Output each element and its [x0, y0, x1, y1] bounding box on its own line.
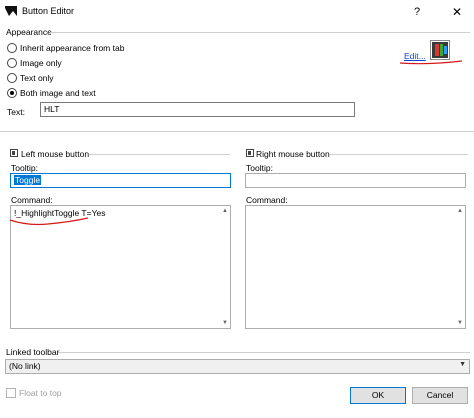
rhino-app-icon [4, 4, 18, 18]
linked-toolbar-selected: (No link) [9, 361, 41, 371]
left-tooltip-label: Tooltip: [11, 163, 38, 173]
scroll-down-icon[interactable]: ▼ [222, 320, 228, 326]
left-mouse-section-label: Left mouse button [21, 149, 90, 159]
radio-button[interactable] [7, 43, 17, 53]
cancel-button[interactable]: Cancel [412, 387, 468, 404]
right-mouse-icon [246, 149, 254, 157]
radio-image-only[interactable]: Image only [7, 58, 62, 68]
help-icon[interactable]: ? [410, 5, 424, 19]
appearance-divider [50, 32, 470, 33]
radio-label: Text only [20, 73, 54, 83]
radio-label: Both image and text [20, 88, 96, 98]
radio-label: Inherit appearance from tab [20, 43, 125, 53]
float-to-top-checkbox-row[interactable]: Float to top [6, 388, 62, 398]
text-field-label: Text: [7, 107, 25, 117]
right-command-label: Command: [246, 195, 288, 205]
window-title: Button Editor [22, 6, 75, 16]
scroll-down-icon[interactable]: ▼ [457, 320, 463, 326]
ok-button[interactable]: OK [350, 387, 406, 404]
left-mouse-divider [89, 154, 230, 155]
right-command-textarea[interactable]: ▲ ▼ [245, 205, 466, 329]
right-tooltip-input[interactable] [245, 173, 466, 188]
annotation-underline-edit [399, 60, 463, 65]
right-mouse-section-label: Right mouse button [256, 149, 330, 159]
button-editor-dialog: Button Editor ? ✕ Appearance Inherit app… [0, 0, 474, 418]
float-to-top-checkbox[interactable] [6, 388, 16, 398]
linked-toolbar-section-label: Linked toolbar [6, 347, 60, 357]
radio-button-checked[interactable] [7, 88, 17, 98]
chevron-down-icon: ▼ [459, 361, 466, 368]
annotation-underline-command [9, 217, 89, 226]
appearance-section-label: Appearance [6, 27, 52, 37]
button-image-preview[interactable] [430, 40, 450, 60]
left-tooltip-value: Toggle [14, 175, 42, 185]
title-bar: Button Editor ? ✕ [0, 0, 474, 23]
radio-label: Image only [20, 58, 62, 68]
close-icon[interactable]: ✕ [450, 5, 464, 19]
button-text-input[interactable]: HLT [40, 102, 355, 117]
left-command-label: Command: [11, 195, 53, 205]
float-to-top-label: Float to top [19, 388, 62, 398]
left-tooltip-input[interactable]: Toggle [10, 173, 231, 188]
scroll-up-icon[interactable]: ▲ [457, 208, 463, 214]
scroll-up-icon[interactable]: ▲ [222, 208, 228, 214]
radio-text-only[interactable]: Text only [7, 73, 54, 83]
right-tooltip-label: Tooltip: [246, 163, 273, 173]
left-mouse-icon [10, 149, 18, 157]
radio-button[interactable] [7, 73, 17, 83]
radio-inherit-appearance[interactable]: Inherit appearance from tab [7, 43, 124, 53]
radio-button[interactable] [7, 58, 17, 68]
radio-both-image-text[interactable]: Both image and text [7, 88, 96, 98]
linked-toolbar-select[interactable]: (No link) ▼ [5, 359, 470, 374]
right-mouse-divider [329, 154, 468, 155]
section-divider [0, 131, 474, 132]
linked-toolbar-divider [58, 352, 470, 353]
